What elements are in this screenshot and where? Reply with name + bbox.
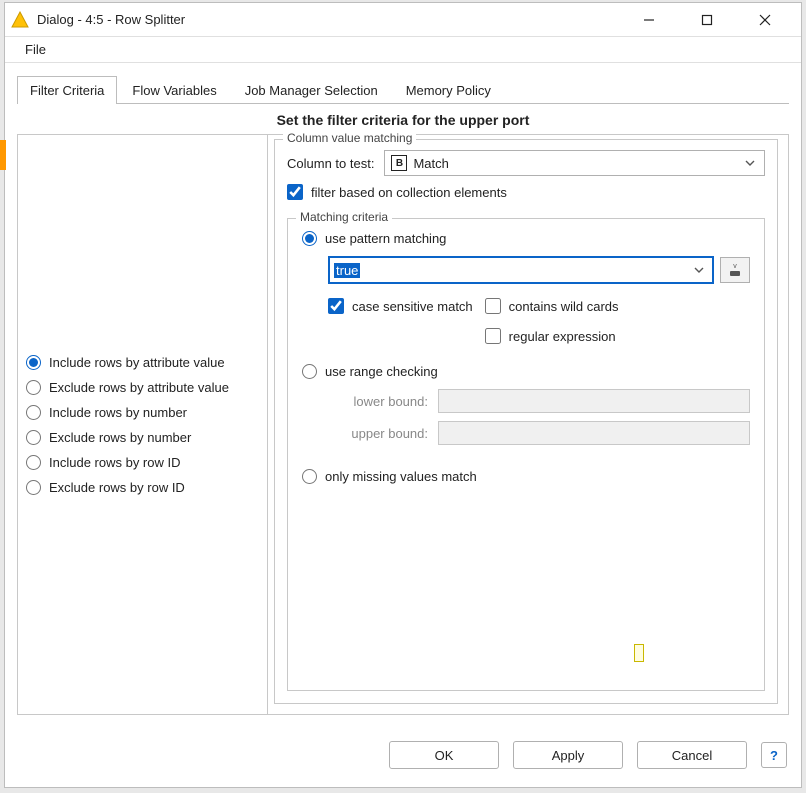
radio-include-attr-input[interactable] xyxy=(26,355,41,370)
matching-criteria-legend: Matching criteria xyxy=(296,210,392,224)
pattern-matching-label: use pattern matching xyxy=(325,231,446,246)
apply-button[interactable]: Apply xyxy=(513,741,623,769)
title-bar: Dialog - 4:5 - Row Splitter xyxy=(5,3,801,37)
tab-content: Set the filter criteria for the upper po… xyxy=(5,104,801,727)
radio-exclude-attr-input[interactable] xyxy=(26,380,41,395)
tab-bar: Filter Criteria Flow Variables Job Manag… xyxy=(5,63,801,103)
radio-exclude-attr-label: Exclude rows by attribute value xyxy=(49,380,229,395)
case-sensitive-label: case sensitive match xyxy=(352,299,473,314)
radio-include-num-input[interactable] xyxy=(26,405,41,420)
radio-exclude-num-input[interactable] xyxy=(26,430,41,445)
column-to-test-label: Column to test: xyxy=(287,156,374,171)
radio-include-rowid-input[interactable] xyxy=(26,455,41,470)
chevron-down-icon xyxy=(742,155,758,171)
radio-exclude-rowid-input[interactable] xyxy=(26,480,41,495)
column-to-test-combo[interactable]: B Match xyxy=(384,150,765,176)
upper-bound-input xyxy=(438,421,750,445)
filter-collection-checkbox[interactable] xyxy=(287,184,303,200)
boolean-type-icon: B xyxy=(391,155,407,171)
window-controls xyxy=(629,6,785,34)
menu-bar: File xyxy=(5,37,801,63)
case-sensitive-row[interactable]: case sensitive match xyxy=(328,298,473,314)
range-checking-radio-row[interactable]: use range checking xyxy=(302,364,750,379)
matching-criteria-group: Matching criteria use pattern matching t… xyxy=(287,218,765,691)
tab-job-manager[interactable]: Job Manager Selection xyxy=(232,76,391,104)
radio-include-num[interactable]: Include rows by number xyxy=(26,405,259,420)
filter-collection-checkbox-row[interactable]: filter based on collection elements xyxy=(287,184,765,200)
radio-include-attr-label: Include rows by attribute value xyxy=(49,355,225,370)
radio-exclude-attr[interactable]: Exclude rows by attribute value xyxy=(26,380,259,395)
radio-include-num-label: Include rows by number xyxy=(49,405,187,420)
radio-exclude-num-label: Exclude rows by number xyxy=(49,430,191,445)
radio-include-rowid-label: Include rows by row ID xyxy=(49,455,181,470)
regex-label: regular expression xyxy=(509,329,616,344)
tab-filter-criteria[interactable]: Filter Criteria xyxy=(17,76,117,104)
orange-marker xyxy=(0,140,6,170)
window-title: Dialog - 4:5 - Row Splitter xyxy=(37,12,185,27)
menu-file[interactable]: File xyxy=(17,38,54,61)
ok-button[interactable]: OK xyxy=(389,741,499,769)
filter-mode-pane: Include rows by attribute value Exclude … xyxy=(18,135,268,714)
text-cursor-icon xyxy=(634,644,644,662)
radio-exclude-num[interactable]: Exclude rows by number xyxy=(26,430,259,445)
tab-memory-policy[interactable]: Memory Policy xyxy=(393,76,504,104)
column-value-matching-group: Column value matching Column to test: B … xyxy=(274,139,778,704)
pattern-matching-radio[interactable] xyxy=(302,231,317,246)
filter-collection-label: filter based on collection elements xyxy=(311,185,507,200)
lower-bound-input xyxy=(438,389,750,413)
regex-row[interactable]: regular expression xyxy=(485,328,619,344)
dialog-button-row: OK Apply Cancel ? xyxy=(5,727,801,787)
pattern-matching-radio-row[interactable]: use pattern matching xyxy=(302,231,750,246)
maximize-button[interactable] xyxy=(687,6,727,34)
help-button[interactable]: ? xyxy=(761,742,787,768)
radio-exclude-rowid-label: Exclude rows by row ID xyxy=(49,480,185,495)
missing-values-radio[interactable] xyxy=(302,469,317,484)
criteria-pane: Column value matching Column to test: B … xyxy=(268,135,788,714)
close-button[interactable] xyxy=(745,6,785,34)
regex-checkbox[interactable] xyxy=(485,328,501,344)
lower-bound-label: lower bound: xyxy=(328,394,428,409)
chevron-down-icon xyxy=(690,261,708,279)
range-checking-radio[interactable] xyxy=(302,364,317,379)
app-icon xyxy=(11,11,29,29)
main-panel: Include rows by attribute value Exclude … xyxy=(17,134,789,715)
wild-cards-label: contains wild cards xyxy=(509,299,619,314)
tab-flow-variables[interactable]: Flow Variables xyxy=(119,76,229,104)
column-to-test-value: Match xyxy=(413,156,742,171)
minimize-button[interactable] xyxy=(629,6,669,34)
radio-include-attr[interactable]: Include rows by attribute value xyxy=(26,355,259,370)
radio-exclude-rowid[interactable]: Exclude rows by row ID xyxy=(26,480,259,495)
cancel-button[interactable]: Cancel xyxy=(637,741,747,769)
dialog-window: Dialog - 4:5 - Row Splitter File Filter … xyxy=(4,2,802,788)
column-value-matching-legend: Column value matching xyxy=(283,131,416,145)
missing-values-label: only missing values match xyxy=(325,469,477,484)
panel-heading: Set the filter criteria for the upper po… xyxy=(17,104,789,134)
flow-variable-button[interactable]: v xyxy=(720,257,750,283)
pattern-value-text: true xyxy=(334,263,360,278)
svg-text:v: v xyxy=(733,263,737,270)
missing-values-radio-row[interactable]: only missing values match xyxy=(302,469,750,484)
upper-bound-label: upper bound: xyxy=(328,426,428,441)
pattern-value-combo[interactable]: true xyxy=(328,256,714,284)
range-checking-label: use range checking xyxy=(325,364,438,379)
wild-cards-checkbox[interactable] xyxy=(485,298,501,314)
wild-cards-row[interactable]: contains wild cards xyxy=(485,298,619,314)
radio-include-rowid[interactable]: Include rows by row ID xyxy=(26,455,259,470)
case-sensitive-checkbox[interactable] xyxy=(328,298,344,314)
